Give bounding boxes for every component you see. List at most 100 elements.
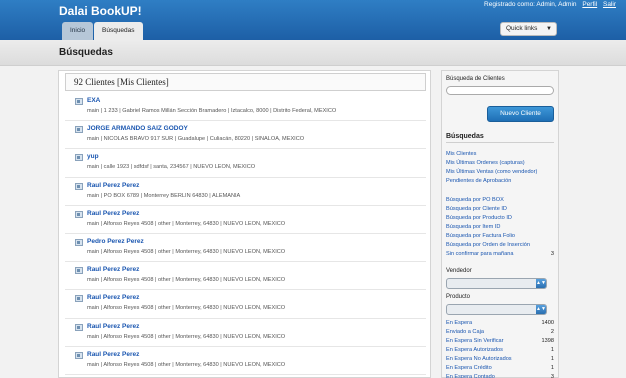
new-client-button[interactable]: Nuevo Cliente [487,106,554,122]
client-address: main | Alfonso Reyes 4508 | other | Mont… [87,277,286,284]
client-card-icon [75,98,83,105]
app-title: Dalai BookUP! [59,4,142,18]
client-name-link[interactable]: JORGE ARMANDO SAIZ GODOY [87,125,188,132]
sidebar-link-label: En Espera Sin Verificar [446,338,504,344]
sidebar-link-label: Sin confirmar para mañana [446,251,514,257]
user-info: Registrado como: Admin, Admin Perfil Sal… [484,1,616,8]
sidebar-link-label: En Espera [446,320,473,326]
client-search-input[interactable] [446,86,554,95]
sidebar-link-count: 1400 [541,320,554,326]
client-row: EXA main | 1 233 | Gabriel Ramos Millán S… [65,93,426,122]
select-arrows-icon: ▲▼ [536,279,546,288]
sidebar-search-link[interactable]: Búsqueda por Cliente ID [446,205,554,214]
client-name-link[interactable]: Raul Perez Perez [87,294,139,301]
client-name-link[interactable]: Raul Perez Perez [87,182,139,189]
client-row: yup main | calle 1923 | sdfdsf | santa, 2… [65,149,426,178]
sidebar-search-link[interactable]: Mis Últimas Ordenes (capturas) [446,159,554,168]
client-card-icon [75,126,83,134]
sidebar-search-link[interactable]: En Espera 1400 [446,319,554,328]
client-address: main | Alfonso Reyes 4508 | other | Mont… [87,305,286,312]
sidebar-link-label: Búsqueda por Orden de Inserción [446,242,530,248]
sidebar-search-link[interactable]: En Espera Autorizados 1 [446,346,554,355]
logged-in-text: Registrado como: Admin, Admin [484,1,577,8]
client-name-link[interactable]: Raul Perez Perez [87,266,139,273]
sidebar-link-label: Enviado a Caja [446,329,484,335]
client-address: main | Alfonso Reyes 4508 | other | Mont… [87,361,286,368]
client-row: Raul Perez Perez main | Alfonso Reyes 450… [65,319,426,347]
sidebar-search-link[interactable]: En Espera No Autorizados 1 [446,355,554,364]
client-address: main | Alfonso Reyes 4508 | other | Mont… [87,248,286,255]
sidebar-link-label: En Espera No Autorizados [446,356,512,362]
client-address: main | calle 1923 | sdfdsf | santa, 2345… [87,164,256,171]
sidebar-link-label: Búsqueda por PO BOX [446,197,504,203]
sidebar-search-link[interactable]: En Espera Crédito 1 [446,364,554,373]
client-address: main | 1 233 | Gabriel Ramos Millán Secc… [87,108,337,114]
sidebar-search-link[interactable]: Sin confirmar para mañana 3 [446,250,554,259]
client-row: Raul Perez Perez main | Alfonso Reyes 450… [65,290,426,319]
client-row: Raul Perez Perez main | Alfonso Reyes 450… [65,347,426,375]
page-header: Búsquedas [0,40,626,66]
sidebar-link-count: 1 [550,347,554,353]
search-links-group-1: Mis Clientes Mis Últimas Ordenes (captura… [446,150,554,186]
vendor-label: Vendedor [446,268,472,274]
quick-links-label: Quick links [506,25,538,32]
client-name-link[interactable]: Raul Perez Perez [87,210,139,217]
client-name-link[interactable]: Pedro Perez Perez [87,238,144,245]
quick-links-dropdown[interactable]: Quick links ▼ [500,22,557,36]
product-select[interactable]: ▲▼ [446,304,547,315]
client-address: main | NICOLAS BRAVO 917 SUR | Guadalupe… [87,136,305,143]
client-row: Raul Perez Perez main | Alfonso Reyes 450… [65,206,426,234]
client-name-link[interactable]: EXA [87,97,100,104]
sidebar-link-count: 2 [550,329,554,335]
sidebar-link-label: En Espera Crédito [446,365,492,371]
sidebar-link-label: Búsqueda por Cliente ID [446,206,507,212]
sidebar-link-label: Mis Clientes [446,151,477,157]
client-card-icon [75,182,83,190]
sidebar-link-count: 1 [550,356,554,362]
client-card-icon [75,351,83,359]
sidebar-search-link[interactable]: Mis Clientes [446,150,554,159]
client-list-panel: 92 Clientes [Mis Clientes] EXA main | 1 2… [58,70,431,378]
sidebar-link-count: 1398 [541,338,554,344]
tab-busquedas[interactable]: Búsquedas [94,22,143,40]
client-name-link[interactable]: Raul Perez Perez [87,351,139,358]
client-card-icon [75,154,83,162]
client-list-title: 92 Clientes [Mis Clientes] [65,73,426,91]
sidebar-search-link[interactable]: Búsqueda por Orden de Inserción [446,241,554,250]
client-card-icon [75,323,83,331]
vendor-select[interactable]: ▲▼ [446,278,547,289]
sidebar-search-link[interactable]: En Espera Sin Verificar 1398 [446,337,554,346]
select-arrows-icon: ▲▼ [536,305,546,314]
logout-link[interactable]: Salir [603,1,616,8]
sidebar-search-link[interactable]: Búsqueda por Item ID [446,223,554,232]
sidebar-link-label: Mis Últimas Ordenes (capturas) [446,160,525,166]
page-title: Búsquedas [59,47,113,58]
sidebar-link-label: Búsqueda por Factura Folio [446,233,516,239]
sidebar-link-label: Búsqueda por Producto ID [446,215,512,221]
client-address: main | PO BOX 6789 | Monterrey BERLIN 64… [87,192,241,199]
sidebar-link-count: 3 [550,374,554,378]
client-row: Raul Perez Perez main | PO BOX 6789 | Mon… [65,178,426,206]
sidebar-link-label: En Espera Contado [446,374,495,378]
client-address: main | Alfonso Reyes 4508 | other | Mont… [87,220,286,227]
divider [446,142,554,143]
search-links-group-2: Búsqueda por PO BOX Búsqueda por Cliente … [446,196,554,259]
client-card-icon [75,238,83,246]
client-row: JORGE ARMANDO SAIZ GODOY main | NICOLAS B… [65,121,426,150]
client-row: Raul Perez Perez main | Alfonso Reyes 450… [65,262,426,291]
sidebar-search-link[interactable]: Pendientes de Aprobación [446,177,554,186]
profile-link[interactable]: Perfil [582,1,597,8]
client-card-icon [75,210,83,218]
sidebar-search-link[interactable]: Búsqueda por Factura Folio [446,232,554,241]
sidebar: Búsqueda de Clientes Nuevo Cliente Búsqu… [441,70,559,378]
sidebar-search-link[interactable]: Búsqueda por Producto ID [446,214,554,223]
client-name-link[interactable]: yup [87,153,99,160]
tab-inicio[interactable]: Inicio [62,22,94,40]
sidebar-search-link[interactable]: Búsqueda por PO BOX [446,196,554,205]
sidebar-search-link[interactable]: En Espera Contado 3 [446,373,554,378]
sidebar-search-link[interactable]: Mis Últimas Ventas (como vendedor) [446,168,554,177]
product-label: Producto [446,294,471,300]
client-name-link[interactable]: Raul Perez Perez [87,323,139,330]
top-header: Dalai BookUP! Registrado como: Admin, Ad… [0,0,626,40]
sidebar-search-link[interactable]: Enviado a Caja 2 [446,328,554,337]
